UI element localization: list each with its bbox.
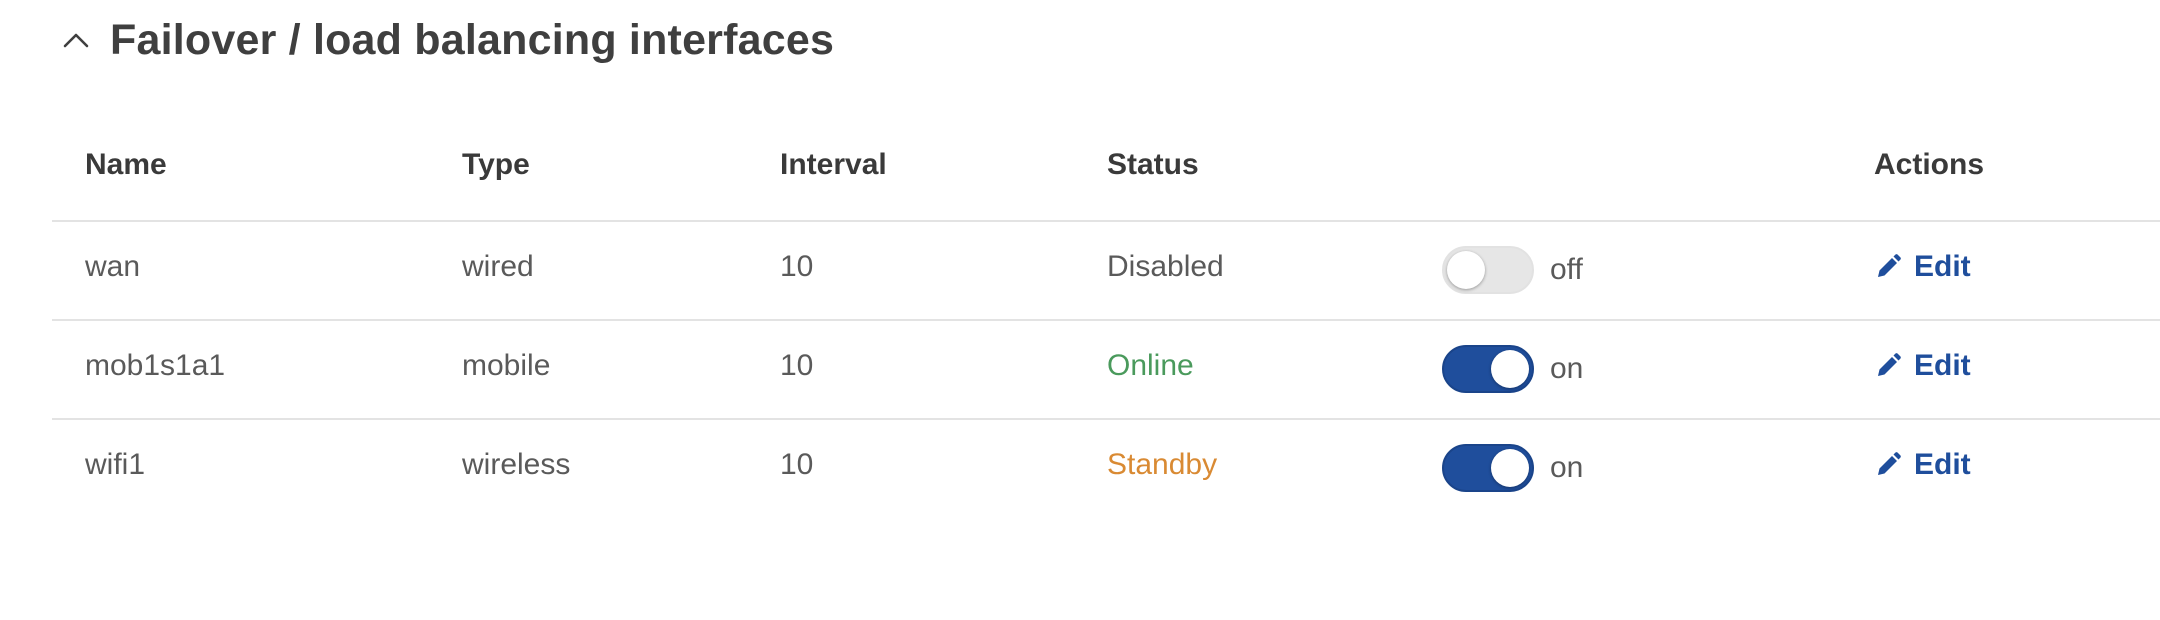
interface-name: wan	[85, 250, 141, 283]
interface-interval: 10	[780, 448, 814, 481]
actions-cell: Edit	[1874, 250, 1971, 284]
edit-label: Edit	[1914, 349, 1971, 382]
toggle-knob	[1491, 449, 1529, 487]
section-title: Failover / load balancing interfaces	[110, 15, 835, 64]
column-header-type[interactable]: Type	[462, 148, 530, 182]
toggle-knob	[1491, 350, 1529, 388]
interface-type: wireless	[462, 448, 571, 481]
table-header-row: Name Type Interval Status Actions	[52, 120, 2160, 222]
status-text: Online	[1107, 349, 1194, 382]
edit-label: Edit	[1914, 448, 1971, 481]
column-header-status[interactable]: Status	[1107, 148, 1199, 182]
failover-page: Failover / load balancing interfaces Nam…	[0, 0, 2160, 620]
toggle-knob	[1447, 251, 1485, 289]
pencil-icon	[1874, 352, 1902, 380]
interface-name: mob1s1a1	[85, 349, 226, 382]
edit-button[interactable]: Edit	[1874, 250, 1971, 284]
status-text: Standby	[1107, 448, 1218, 481]
interface-interval: 10	[780, 250, 814, 283]
enable-toggle-group: on	[1442, 345, 1583, 393]
interface-name: wifi1	[85, 448, 146, 481]
column-header-name[interactable]: Name	[85, 148, 167, 182]
interface-type: mobile	[462, 349, 551, 382]
enable-toggle[interactable]	[1442, 444, 1534, 492]
edit-label: Edit	[1914, 250, 1971, 283]
enable-toggle-group: on	[1442, 444, 1583, 492]
section-header-toggle[interactable]: Failover / load balancing interfaces	[60, 10, 834, 70]
table-row: wifi1 wireless 10 Standby on Edit	[52, 420, 2160, 517]
enable-toggle[interactable]	[1442, 345, 1534, 393]
enable-toggle[interactable]	[1442, 246, 1534, 294]
interface-interval: 10	[780, 349, 814, 382]
column-header-interval[interactable]: Interval	[780, 148, 887, 182]
toggle-label: on	[1550, 352, 1584, 385]
column-header-actions: Actions	[1874, 148, 1985, 181]
actions-cell: Edit	[1874, 349, 1971, 383]
chevron-up-icon[interactable]	[60, 24, 92, 56]
pencil-icon	[1874, 451, 1902, 479]
edit-button[interactable]: Edit	[1874, 448, 1971, 482]
table-row: mob1s1a1 mobile 10 Online on Edit	[52, 321, 2160, 420]
interface-type: wired	[462, 250, 534, 283]
status-text: Disabled	[1107, 250, 1224, 283]
enable-toggle-group: off	[1442, 246, 1583, 294]
edit-button[interactable]: Edit	[1874, 349, 1971, 383]
toggle-label: off	[1550, 253, 1583, 286]
pencil-icon	[1874, 253, 1902, 281]
toggle-label: on	[1550, 451, 1584, 484]
interfaces-table: Name Type Interval Status Actions wan wi…	[52, 120, 2160, 517]
table-row: wan wired 10 Disabled off Edit	[52, 222, 2160, 321]
actions-cell: Edit	[1874, 448, 1971, 482]
